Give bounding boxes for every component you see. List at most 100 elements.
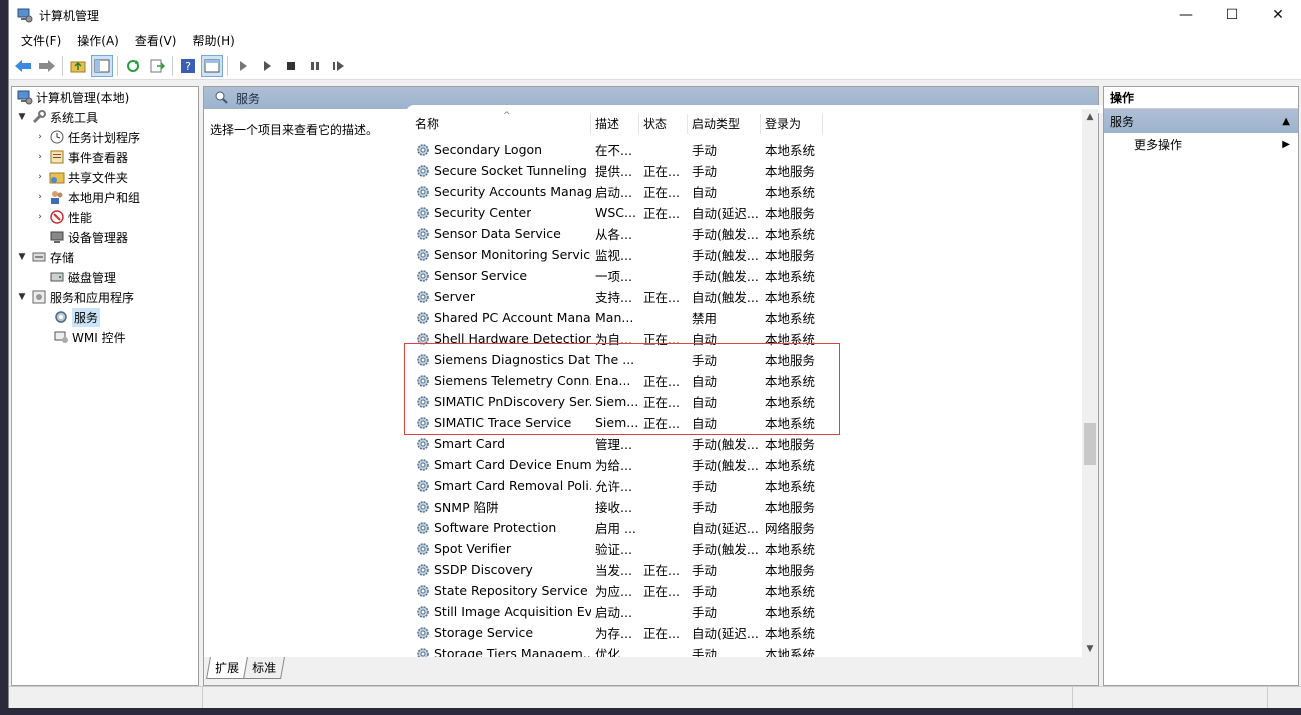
close-button[interactable]: ✕ <box>1255 0 1301 30</box>
service-gear-icon <box>415 520 431 536</box>
service-row[interactable]: Security Accounts Manag... 启动... 正在... 自动 本地… <box>411 181 1098 202</box>
service-row[interactable]: Sensor Service 一项... 手动(触发... 本地系统 <box>411 265 1098 286</box>
service-name-cell: Security Accounts Manag... <box>411 184 591 200</box>
tab-standard[interactable]: 标准 <box>243 657 285 679</box>
service-row[interactable]: Smart Card Device Enum... 为给... 手动(触发... 本地… <box>411 454 1098 475</box>
tree-item-services[interactable]: 服务 <box>12 307 198 327</box>
service-row[interactable]: Smart Card 管理... 手动(触发... 本地服务 <box>411 433 1098 454</box>
back-icon[interactable] <box>12 55 34 77</box>
service-row[interactable]: Spot Verifier 验证... 手动(触发... 本地系统 <box>411 538 1098 559</box>
pause-service-icon[interactable] <box>304 55 326 77</box>
service-name-cell: Siemens Telemetry Conn... <box>411 373 591 389</box>
tree-item-storage[interactable]: ▼ 存储 <box>12 247 198 267</box>
properties-pane-icon[interactable] <box>201 54 223 77</box>
chevron-right-icon[interactable]: › <box>34 132 46 142</box>
service-name-cell: Sensor Monitoring Service <box>411 247 591 263</box>
chevron-right-icon[interactable]: › <box>34 212 46 222</box>
service-logon-as: 本地服务 <box>765 353 816 368</box>
service-row[interactable]: SNMP 陷阱 接收... 手动 本地服务 <box>411 496 1098 517</box>
chevron-down-icon[interactable]: ▼ <box>16 252 28 262</box>
scroll-down-icon[interactable]: ▼ <box>1082 641 1098 657</box>
chevron-right-icon[interactable]: › <box>34 192 46 202</box>
service-row[interactable]: Sensor Data Service 从各... 手动(触发... 本地系统 <box>411 223 1098 244</box>
column-startup-type[interactable]: 启动类型 <box>688 114 761 134</box>
export-list-icon[interactable] <box>146 55 168 77</box>
status-bar <box>9 686 1301 708</box>
service-row[interactable]: Siemens Diagnostics Dat... The ... 手动 本地服务 <box>411 349 1098 370</box>
actions-section-services[interactable]: 服务 ▲ <box>1104 109 1298 133</box>
tree-item-task-scheduler[interactable]: › 任务计划程序 <box>12 127 198 147</box>
service-row[interactable]: Still Image Acquisition Ev... 启动... 手动 本地系统 <box>411 601 1098 622</box>
more-actions-item[interactable]: 更多操作 ▶ <box>1104 133 1298 155</box>
maximize-button[interactable]: ☐ <box>1209 0 1255 30</box>
stop-service-icon[interactable] <box>280 55 302 77</box>
service-row[interactable]: Shared PC Account Mana... Man... 禁用 本地系统 <box>411 307 1098 328</box>
minimize-button[interactable]: — <box>1163 0 1209 30</box>
column-description[interactable]: 描述 <box>591 114 639 134</box>
actions-title: 操作 <box>1104 87 1298 109</box>
tree-item-disk-management[interactable]: 磁盘管理 <box>12 267 198 287</box>
menu-file[interactable]: 文件(F) <box>13 30 69 52</box>
tree-item-services-apps[interactable]: ▼ 服务和应用程序 <box>12 287 198 307</box>
tree-item-performance[interactable]: › 性能 <box>12 207 198 227</box>
tree-item-local-users[interactable]: › 本地用户和组 <box>12 187 198 207</box>
chevron-right-icon[interactable]: › <box>34 172 46 182</box>
service-status: 正在... <box>643 395 680 410</box>
chevron-down-icon[interactable]: ▼ <box>16 292 28 302</box>
service-row[interactable]: SSDP Discovery 当发... 正在... 手动 本地服务 <box>411 559 1098 580</box>
service-name: Spot Verifier <box>434 541 511 556</box>
start-service-icon[interactable] <box>232 55 254 77</box>
tab-extended[interactable]: 扩展 <box>206 657 248 679</box>
tree-item-wmi[interactable]: WMI 控件 <box>12 327 198 347</box>
service-row[interactable]: Secondary Logon 在不... 手动 本地系统 <box>411 139 1098 160</box>
vertical-scrollbar[interactable]: ▲ ▼ <box>1082 109 1098 657</box>
service-description: 在不... <box>595 143 632 158</box>
refresh-icon[interactable] <box>122 55 144 77</box>
column-name[interactable]: 名称 <box>411 114 591 134</box>
service-row[interactable]: Storage Service 为存... 正在... 自动(延迟... 本地系统 <box>411 622 1098 643</box>
service-row[interactable]: Shell Hardware Detection 为自... 正在... 自动 本地系统 <box>411 328 1098 349</box>
show-hide-tree-icon[interactable] <box>91 54 113 77</box>
menu-action[interactable]: 操作(A) <box>69 30 127 52</box>
service-description: 验证... <box>595 542 632 557</box>
service-row[interactable]: SIMATIC PnDiscovery Ser... Siem... 正在... 自动… <box>411 391 1098 412</box>
service-row[interactable]: SIMATIC Trace Service Siem... 正在... 自动 本地系统 <box>411 412 1098 433</box>
scroll-thumb[interactable] <box>1084 423 1096 465</box>
scroll-up-icon[interactable]: ▲ <box>1082 109 1098 125</box>
help-icon[interactable]: ? <box>177 55 199 77</box>
service-gear-icon <box>415 184 431 200</box>
start-service-alt-icon[interactable] <box>256 55 278 77</box>
wmi-icon <box>53 329 69 345</box>
tree-item-root[interactable]: 计算机管理(本地) <box>12 87 198 107</box>
service-gear-icon <box>415 310 431 326</box>
svg-text:?: ? <box>185 60 191 73</box>
service-row[interactable]: Siemens Telemetry Conn... Ena... 正在... 自动 本地… <box>411 370 1098 391</box>
service-row[interactable]: Smart Card Removal Poli... 允许... 手动 本地系统 <box>411 475 1098 496</box>
service-startup-type: 手动(触发... <box>692 458 759 473</box>
service-row[interactable]: Software Protection 启用 ... 自动(延迟... 网络服务 <box>411 517 1098 538</box>
restart-service-icon[interactable] <box>328 55 350 77</box>
forward-icon[interactable] <box>36 55 58 77</box>
collapse-arrow-icon[interactable]: ▲ <box>1282 116 1290 127</box>
service-row[interactable]: Server 支持... 正在... 自动(触发... 本地系统 <box>411 286 1098 307</box>
tree-item-device-manager[interactable]: 设备管理器 <box>12 227 198 247</box>
up-folder-icon[interactable] <box>67 55 89 77</box>
clock-icon <box>49 129 65 145</box>
service-row[interactable]: Security Center WSC... 正在... 自动(延迟... 本地服务 <box>411 202 1098 223</box>
service-row[interactable]: Storage Tiers Managem... 优化... 手动 本地系统 <box>411 643 1098 657</box>
menu-help[interactable]: 帮助(H) <box>184 30 242 52</box>
chevron-down-icon[interactable]: ▼ <box>16 112 28 122</box>
service-row[interactable]: Sensor Monitoring Service 监视... 手动(触发... 本地… <box>411 244 1098 265</box>
tree-item-event-viewer[interactable]: › 事件查看器 <box>12 147 198 167</box>
tree-item-shared-folders[interactable]: › 共享文件夹 <box>12 167 198 187</box>
chevron-right-icon[interactable]: › <box>34 152 46 162</box>
tree-item-system-tools[interactable]: ▼ 系统工具 <box>12 107 198 127</box>
service-row[interactable]: State Repository Service 为应... 正在... 手动 本地系统 <box>411 580 1098 601</box>
service-logon-as: 本地系统 <box>765 227 816 242</box>
toolbar-separator <box>227 55 228 76</box>
service-row[interactable]: Secure Socket Tunneling ... 提供... 正在... 手动 本… <box>411 160 1098 181</box>
menu-view[interactable]: 查看(V) <box>127 30 185 52</box>
service-description: Ena... <box>595 373 631 388</box>
column-logon-as[interactable]: 登录为 <box>761 114 823 134</box>
column-status[interactable]: 状态 <box>639 114 688 134</box>
